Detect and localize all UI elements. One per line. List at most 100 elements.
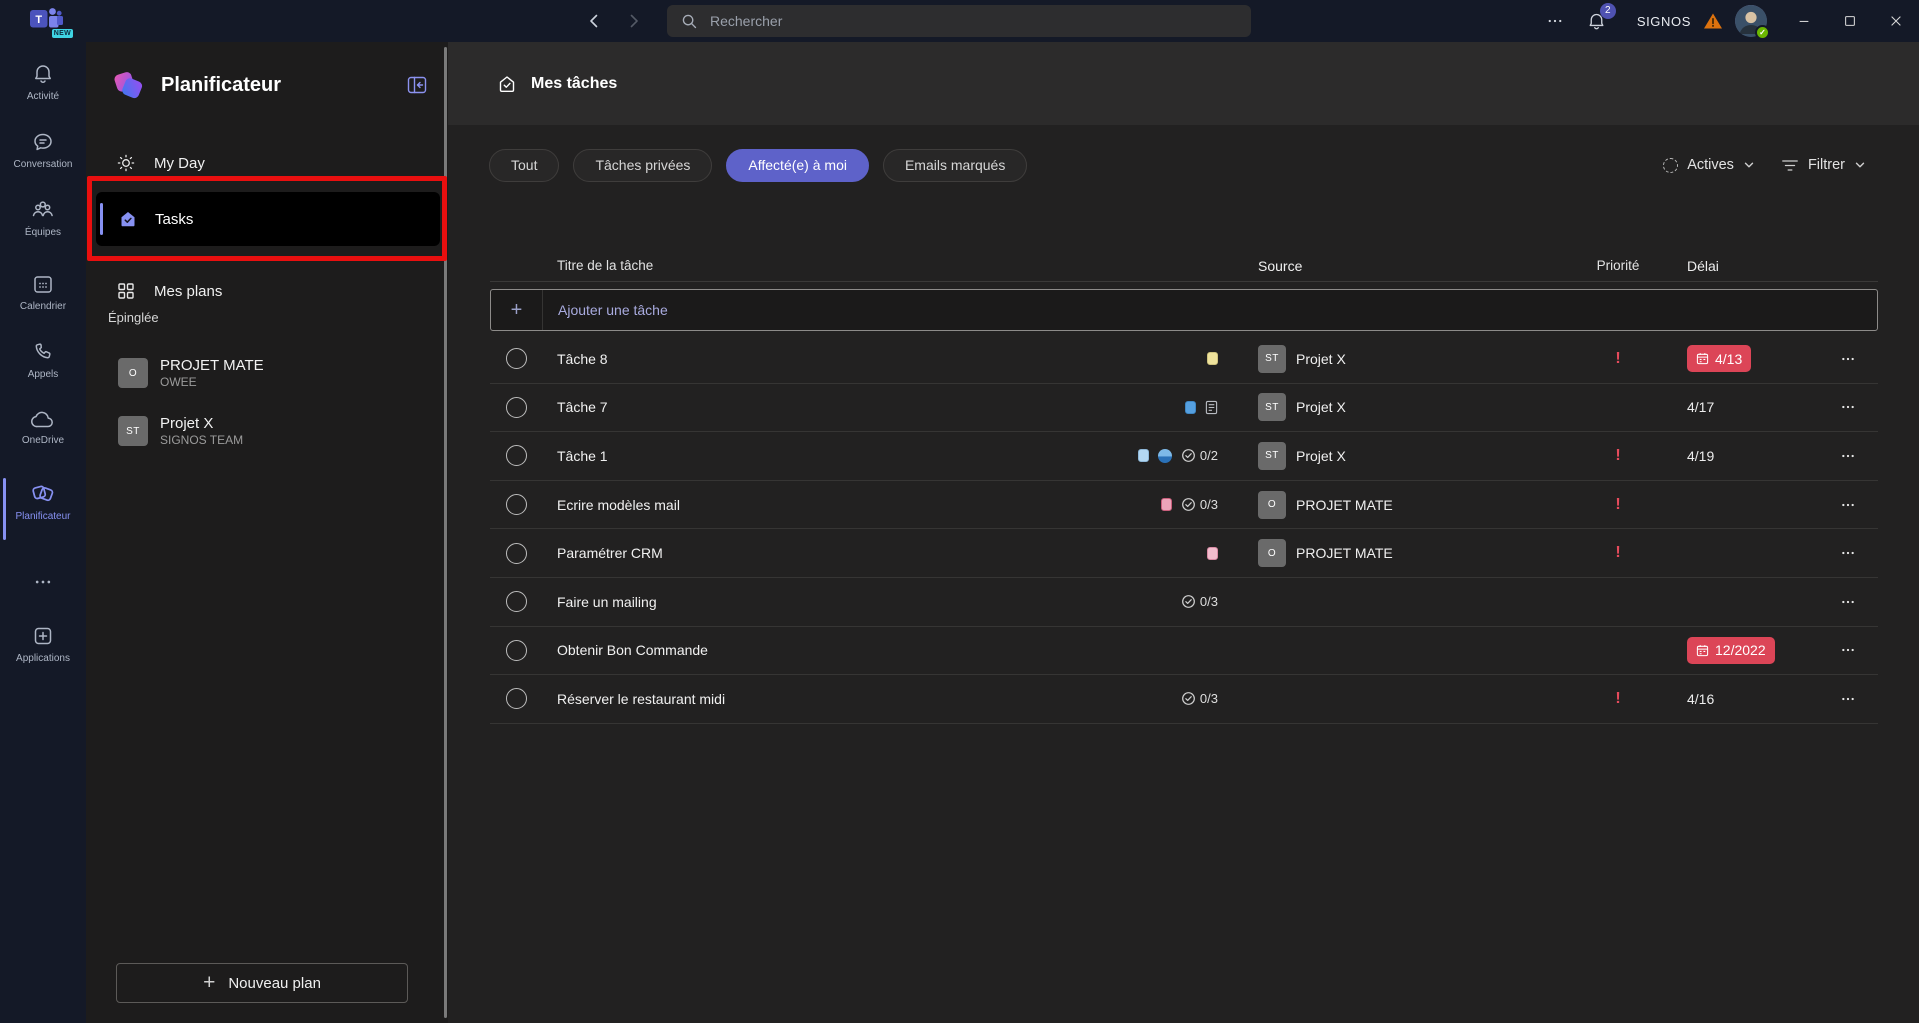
task-due: 4/16 [1668, 691, 1818, 707]
rail-item-calendar[interactable]: Calendrier [0, 272, 86, 312]
close-button[interactable] [1873, 0, 1919, 42]
task-more-button[interactable] [1840, 594, 1856, 610]
column-header-due[interactable]: Délai [1668, 258, 1818, 274]
complete-task-checkbox[interactable] [506, 445, 527, 466]
table-row[interactable]: Obtenir Bon Commande 12/2022 [490, 627, 1878, 676]
pinned-plan-projet-x[interactable]: ST Projet X SIGNOS TEAM [96, 408, 434, 454]
rail-item-calls[interactable]: Appels [0, 340, 86, 380]
task-due: 4/17 [1668, 399, 1818, 415]
task-more-button[interactable] [1840, 351, 1856, 367]
sidebar-item-label: Mes plans [154, 283, 222, 300]
source-plan-name: PROJET MATE [1296, 545, 1393, 561]
sidebar-title: Planificateur [161, 74, 281, 97]
rail-item-chat[interactable]: Conversation [0, 130, 86, 170]
page-title: Mes tâches [531, 75, 617, 93]
rail-item-more[interactable] [0, 572, 86, 592]
rail-item-teams[interactable]: Équipes [0, 198, 86, 238]
minimize-button[interactable] [1781, 0, 1827, 42]
priority-icon: ! [1615, 496, 1620, 514]
task-more-button[interactable] [1840, 399, 1856, 415]
more-icon [33, 572, 53, 592]
rail-item-apps[interactable]: Applications [0, 624, 86, 664]
maximize-button[interactable] [1827, 0, 1873, 42]
task-title: Paramétrer CRM [557, 545, 663, 561]
plus-icon: + [491, 290, 543, 330]
complete-task-checkbox[interactable] [506, 543, 527, 564]
task-more-button[interactable] [1840, 642, 1856, 658]
back-button[interactable] [586, 13, 602, 29]
task-rows: Tâche 8 STProjet X ! 4/13 Tâche 7 STProj… [490, 335, 1878, 724]
label-chip-icon [1161, 498, 1172, 511]
label-chip-icon [1185, 401, 1196, 414]
add-task-row[interactable]: + Ajouter une tâche [490, 289, 1878, 331]
complete-task-checkbox[interactable] [506, 640, 527, 661]
task-title: Ecrire modèles mail [557, 497, 680, 513]
rail-item-planner[interactable]: Planificateur [0, 480, 86, 522]
checklist-progress: 0/3 [1181, 497, 1218, 512]
column-header-title[interactable]: Titre de la tâche [542, 258, 1218, 273]
task-indicators [1185, 400, 1218, 415]
table-row[interactable]: Tâche 8 STProjet X ! 4/13 [490, 335, 1878, 384]
collapse-sidebar-icon[interactable] [406, 74, 428, 96]
rail-item-activity[interactable]: Activité [0, 62, 86, 102]
pinned-plan-projet-mate[interactable]: O PROJET MATE OWEE [96, 350, 434, 396]
task-title: Obtenir Bon Commande [557, 642, 708, 658]
search-icon [680, 12, 698, 30]
tab-private-tasks[interactable]: Tâches privées [573, 149, 712, 182]
sidebar-item-label: Tasks [155, 211, 193, 228]
complete-task-checkbox[interactable] [506, 494, 527, 515]
task-more-button[interactable] [1840, 497, 1856, 513]
account-name[interactable]: SIGNOS [1637, 14, 1691, 29]
column-header-priority[interactable]: Priorité [1568, 258, 1668, 273]
tasks-house-icon [118, 209, 138, 229]
table-row[interactable]: Ecrire modèles mail 0/3 OPROJET MATE ! [490, 481, 1878, 530]
tasks-house-icon [497, 74, 517, 94]
task-indicators [1207, 352, 1218, 365]
search-input[interactable] [667, 5, 1251, 37]
new-plan-button[interactable]: + Nouveau plan [116, 963, 408, 1003]
complete-task-checkbox[interactable] [506, 348, 527, 369]
task-more-button[interactable] [1840, 691, 1856, 707]
status-filter-dropdown[interactable]: Actives [1663, 157, 1755, 173]
complete-task-checkbox[interactable] [506, 591, 527, 612]
user-avatar[interactable]: ✓ [1735, 5, 1767, 37]
sidebar-item-label: My Day [154, 155, 205, 172]
plus-icon: + [203, 971, 215, 995]
more-options-icon[interactable] [1538, 12, 1572, 30]
tab-assigned-to-me[interactable]: Affecté(e) à moi [726, 149, 869, 182]
sidebar-item-my-day[interactable]: My Day [96, 144, 434, 182]
complete-task-checkbox[interactable] [506, 688, 527, 709]
forward-button[interactable] [626, 13, 642, 29]
plan-subtitle: SIGNOS TEAM [160, 433, 243, 447]
task-more-button[interactable] [1840, 448, 1856, 464]
complete-task-checkbox[interactable] [506, 397, 527, 418]
checklist-progress: 0/3 [1181, 691, 1218, 706]
table-row[interactable]: Tâche 1 0/2 STProjet X ! 4/19 [490, 432, 1878, 481]
task-priority: ! [1568, 496, 1668, 514]
label-chip-icon [1138, 449, 1149, 462]
notifications-bell-icon[interactable]: 2 [1586, 11, 1607, 32]
table-row[interactable]: Réserver le restaurant midi 0/3 ! 4/16 [490, 675, 1878, 724]
table-row[interactable]: Paramétrer CRM OPROJET MATE ! [490, 529, 1878, 578]
warning-icon[interactable] [1703, 12, 1723, 30]
my-tasks-view: Mes tâches Tout Tâches privées Affecté(e… [448, 42, 1919, 1023]
tab-all[interactable]: Tout [489, 149, 559, 182]
filter-icon [1781, 159, 1799, 172]
table-row[interactable]: Faire un mailing 0/3 [490, 578, 1878, 627]
rail-item-onedrive[interactable]: OneDrive [0, 410, 86, 446]
source-plan-avatar: ST [1258, 442, 1286, 470]
tasks-table: Titre de la tâche Source Priorité Délai … [490, 250, 1878, 724]
calendar-icon [1696, 644, 1709, 657]
task-more-button[interactable] [1840, 545, 1856, 561]
task-source: OPROJET MATE [1218, 491, 1568, 519]
source-plan-avatar: O [1258, 539, 1286, 567]
search-field[interactable] [710, 13, 1238, 29]
sidebar-scrollbar[interactable] [444, 47, 447, 1018]
sidebar-item-my-plans[interactable]: Mes plans [96, 272, 434, 310]
tab-flagged-emails[interactable]: Emails marqués [883, 149, 1027, 182]
column-header-source[interactable]: Source [1218, 258, 1568, 274]
label-chip-icon [1207, 352, 1218, 365]
filter-dropdown[interactable]: Filtrer [1781, 157, 1866, 173]
table-row[interactable]: Tâche 7 STProjet X 4/17 [490, 384, 1878, 433]
sidebar-item-tasks[interactable]: Tasks [96, 192, 440, 246]
